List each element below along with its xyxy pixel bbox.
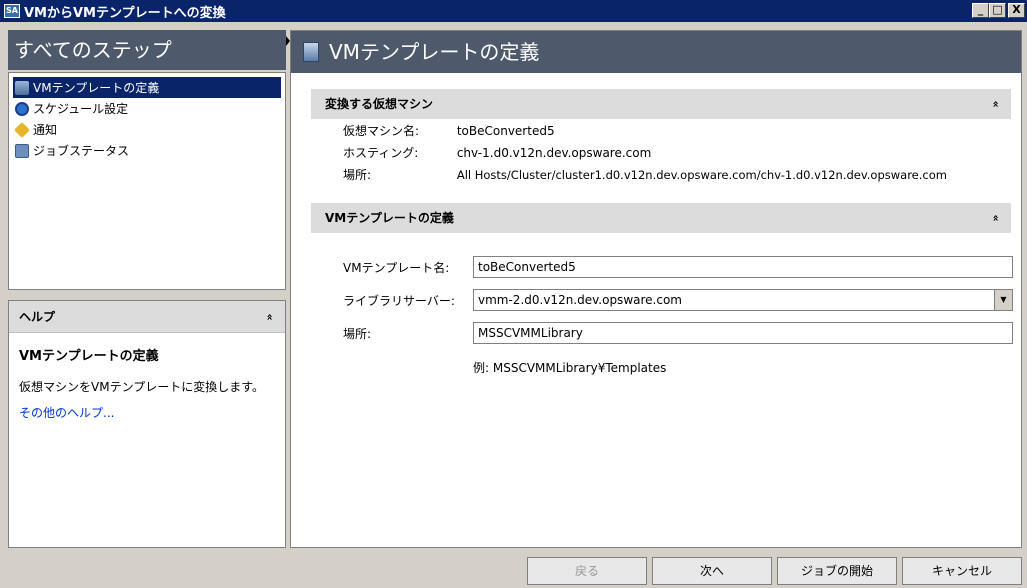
- step-item-define-template[interactable]: VMテンプレートの定義: [13, 77, 281, 98]
- location-example: 例: MSSCVMMLibrary¥Templates: [473, 361, 667, 375]
- section-title: VMテンプレートの定義: [325, 211, 454, 225]
- collapse-chevron-icon[interactable]: «: [980, 100, 1010, 107]
- library-server-value: vmm-2.d0.v12n.dev.opsware.com: [478, 293, 682, 307]
- library-server-label: ライブラリサーバー:: [343, 294, 455, 308]
- next-button[interactable]: 次へ: [652, 557, 772, 585]
- section-vm-to-convert[interactable]: 変換する仮想マシン «: [311, 89, 1011, 119]
- collapse-chevron-icon[interactable]: «: [980, 214, 1010, 221]
- template-name-label: VMテンプレート名:: [343, 261, 450, 275]
- steps-header: すべてのステップ: [8, 30, 286, 70]
- step-label: VMテンプレートの定義: [33, 81, 160, 95]
- location-input[interactable]: MSSCVMMLibrary: [473, 322, 1013, 344]
- step-item-job-status[interactable]: ジョブステータス: [13, 140, 281, 161]
- help-text: 仮想マシンをVMテンプレートに変換します。: [19, 380, 265, 394]
- close-button[interactable]: X: [1008, 3, 1025, 18]
- app-icon: SA: [4, 4, 20, 18]
- collapse-chevron-icon[interactable]: «: [253, 313, 285, 320]
- back-button[interactable]: 戻る: [527, 557, 647, 585]
- hosting-label: ホスティング:: [343, 146, 419, 160]
- help-header[interactable]: ヘルプ «: [9, 301, 285, 333]
- template-icon: [303, 42, 319, 62]
- hosting-value: chv-1.d0.v12n.dev.opsware.com: [456, 146, 652, 160]
- clock-icon: [15, 101, 29, 116]
- maximize-button[interactable]: □: [989, 3, 1006, 18]
- status-icon: [15, 143, 29, 158]
- help-title: VMテンプレートの定義: [19, 349, 159, 364]
- main-panel: VMテンプレートの定義 変換する仮想マシン « 仮想マシン名: toBeConv…: [290, 30, 1022, 548]
- step-label: スケジュール設定: [33, 102, 129, 116]
- minimize-button[interactable]: _: [972, 3, 989, 18]
- more-help-link[interactable]: その他のヘルプ...: [19, 404, 285, 421]
- location-value: All Hosts/Cluster/cluster1.d0.v12n.dev.o…: [456, 168, 947, 182]
- step-item-notify[interactable]: 通知: [13, 119, 281, 140]
- location-label: 場所:: [343, 168, 372, 182]
- step-label: ジョブステータス: [33, 144, 130, 158]
- main-title: VMテンプレートの定義: [329, 40, 540, 64]
- hosting-row: ホスティング: chv-1.d0.v12n.dev.opsware.com: [343, 143, 651, 163]
- section-title: 変換する仮想マシン: [325, 97, 434, 111]
- step-label: 通知: [33, 123, 58, 137]
- help-header-label: ヘルプ: [19, 310, 56, 324]
- steps-list: VMテンプレートの定義 スケジュール設定 通知 ジョブステータス: [8, 72, 286, 290]
- section-define-template[interactable]: VMテンプレートの定義 «: [311, 203, 1011, 233]
- left-panel: すべてのステップ VMテンプレートの定義 スケジュール設定 通知 ジョブステータ…: [8, 30, 286, 548]
- location-field-label: 場所:: [343, 327, 372, 341]
- title-bar: SA VMからVMテンプレートへの変換 _ □ X: [0, 0, 1027, 22]
- template-icon: [15, 80, 29, 95]
- vm-name-value: toBeConverted5: [456, 124, 555, 138]
- cancel-button[interactable]: キャンセル: [902, 557, 1022, 585]
- window-title: VMからVMテンプレートへの変換: [24, 5, 226, 21]
- template-name-input[interactable]: toBeConverted5: [473, 256, 1013, 278]
- library-server-select[interactable]: vmm-2.d0.v12n.dev.opsware.com ▼: [473, 289, 1013, 311]
- window-controls: _ □ X: [972, 3, 1025, 18]
- help-panel: ヘルプ « VMテンプレートの定義 仮想マシンをVMテンプレートに変換します。 …: [8, 300, 286, 548]
- start-job-button[interactable]: ジョブの開始: [777, 557, 897, 585]
- main-header: VMテンプレートの定義: [291, 31, 1021, 73]
- vm-name-row: 仮想マシン名: toBeConverted5: [343, 121, 555, 141]
- step-item-schedule[interactable]: スケジュール設定: [13, 98, 281, 119]
- vm-name-label: 仮想マシン名:: [343, 124, 420, 138]
- location-row: 場所: All Hosts/Cluster/cluster1.d0.v12n.d…: [343, 165, 947, 185]
- chevron-down-icon[interactable]: ▼: [994, 290, 1012, 310]
- notify-icon: [14, 121, 30, 138]
